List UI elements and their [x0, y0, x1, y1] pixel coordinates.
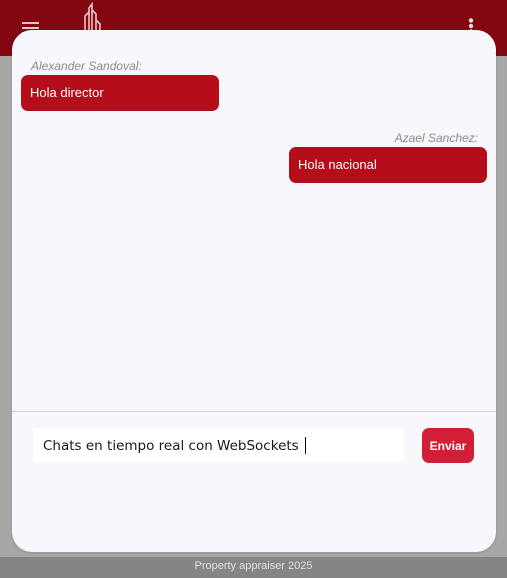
message-bubble: Hola director: [21, 75, 219, 111]
message-bubble: Hola nacional: [289, 147, 487, 183]
send-button[interactable]: Enviar: [422, 428, 474, 463]
footer: Property appraiser 2025: [0, 557, 507, 578]
message-input[interactable]: [33, 428, 404, 463]
message-input-container[interactable]: [33, 428, 404, 463]
text-caret: [305, 437, 306, 454]
chat-window: Alexander Sandoval: Hola director Azael …: [12, 30, 496, 552]
message-list[interactable]: Alexander Sandoval: Hola director Azael …: [12, 30, 496, 411]
message-sender: Alexander Sandoval:: [31, 59, 142, 73]
footer-text: Property appraiser 2025: [194, 560, 313, 572]
composer-divider: [12, 411, 496, 412]
message-sender: Azael Sanchez:: [394, 131, 478, 145]
building-logo-icon: [84, 2, 101, 30]
